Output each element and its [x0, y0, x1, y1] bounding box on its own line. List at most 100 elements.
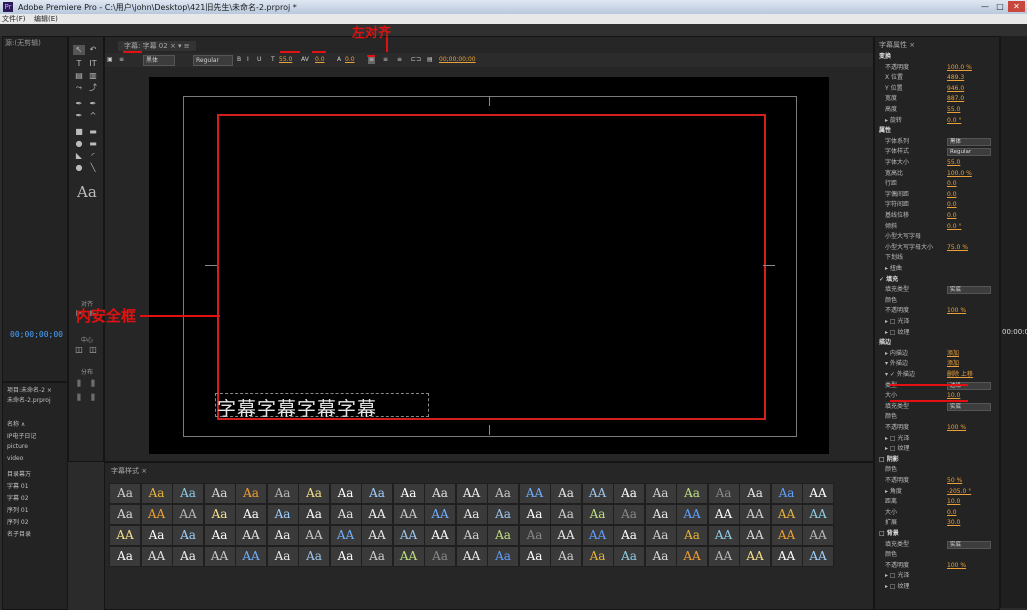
style-swatch[interactable]: AA — [802, 483, 834, 504]
title-tab[interactable]: 字幕: 字幕 02 × ▾ ≡ — [118, 41, 196, 51]
style-swatch[interactable]: Aa — [329, 483, 362, 504]
style-swatch[interactable]: Aa — [676, 483, 708, 504]
program-timecode[interactable]: 00:00:0 — [1002, 328, 1027, 336]
style-swatch[interactable]: AA — [424, 525, 456, 546]
style-swatch[interactable]: AA — [770, 504, 803, 525]
bold-icon[interactable]: B — [237, 55, 241, 64]
menu-file[interactable]: 文件(F) — [2, 14, 26, 24]
style-swatch[interactable]: AA — [770, 546, 803, 567]
property-label[interactable]: 属性 — [879, 127, 891, 135]
property-value[interactable]: 100.0 % — [947, 170, 972, 178]
title-canvas[interactable]: 字幕字幕字幕字幕 — [149, 77, 829, 454]
style-swatch[interactable]: Aa — [550, 504, 582, 525]
show-background-icon[interactable]: ▣ — [107, 55, 113, 64]
minimize-button[interactable]: — — [978, 1, 992, 12]
style-swatch[interactable]: Aa — [455, 525, 488, 546]
style-swatch[interactable]: AA — [550, 525, 582, 546]
property-label[interactable]: 变换 — [879, 53, 891, 61]
style-swatch[interactable]: AA — [739, 525, 771, 546]
property-value[interactable]: 0.0 — [947, 509, 957, 517]
wedge-icon[interactable]: ◣ — [73, 151, 85, 161]
distribute-top-icon[interactable]: ⫼ — [73, 393, 85, 403]
background-timecode[interactable]: 00;00;00;00 — [439, 55, 476, 64]
style-swatch[interactable]: Aa — [644, 483, 677, 504]
list-item[interactable]: 字幕 01 — [7, 481, 67, 490]
property-value[interactable]: 实底 — [947, 286, 991, 295]
style-swatch[interactable]: AA — [392, 504, 425, 525]
style-swatch[interactable]: AA — [802, 525, 834, 546]
style-swatch[interactable]: AA — [424, 504, 456, 525]
vertical-type-icon[interactable]: IT — [87, 59, 99, 69]
style-swatch[interactable]: AA — [361, 525, 393, 546]
property-value[interactable]: -205.0 ° — [947, 488, 971, 496]
style-swatch[interactable]: Aa — [140, 525, 173, 546]
style-swatch[interactable]: Aa — [707, 483, 740, 504]
style-swatch[interactable]: Aa — [203, 525, 236, 546]
style-swatch[interactable]: Aa — [518, 525, 551, 546]
style-swatch[interactable]: AA — [392, 525, 425, 546]
ellipse-icon[interactable]: ● — [73, 163, 85, 173]
property-value[interactable]: 实底 — [947, 402, 991, 411]
style-swatch[interactable]: AA — [140, 546, 173, 567]
style-swatch[interactable]: Aa — [266, 546, 299, 567]
property-value[interactable]: 0.0 — [947, 212, 957, 220]
style-swatch[interactable]: AA — [140, 504, 173, 525]
arc-icon[interactable]: ◜ — [87, 151, 99, 161]
style-swatch[interactable]: AA — [172, 504, 204, 525]
property-value[interactable]: 887.0 — [947, 95, 964, 103]
style-swatch[interactable]: Aa — [518, 546, 551, 567]
kerning-value[interactable]: 0.0 — [315, 55, 325, 64]
background-video-icon[interactable]: ▤ — [427, 55, 433, 64]
tab-stops-icon[interactable]: ⊏⊐ — [411, 55, 421, 64]
center-vertical-icon[interactable]: ◫ — [73, 345, 85, 355]
area-type-icon[interactable]: ▤ — [73, 71, 85, 81]
style-swatch[interactable]: Aa — [329, 546, 362, 567]
style-swatch[interactable]: Aa — [298, 546, 330, 567]
type-tool-icon[interactable]: T — [73, 59, 85, 69]
property-value[interactable]: 75.0 % — [947, 244, 968, 252]
style-swatch[interactable]: AA — [235, 546, 267, 567]
style-swatch[interactable]: Aa — [266, 525, 299, 546]
leading-value[interactable]: 0.0 — [345, 55, 355, 64]
path-type-icon[interactable]: ⤳ — [73, 83, 85, 93]
style-swatch[interactable]: Aa — [109, 546, 141, 567]
property-value[interactable]: 55.0 — [947, 106, 960, 114]
vertical-path-type-icon[interactable]: ⤴ — [87, 83, 99, 93]
style-swatch[interactable]: Aa — [550, 483, 582, 504]
style-swatch[interactable]: Aa — [424, 546, 456, 567]
font-size-value[interactable]: 55.0 — [279, 55, 292, 64]
style-swatch[interactable]: Aa — [361, 546, 393, 567]
font-family-select[interactable]: 黑体 — [143, 55, 175, 66]
font-style-select[interactable]: Regular — [193, 55, 233, 66]
pen-icon[interactable]: ✒ — [73, 99, 85, 109]
property-value[interactable]: 50 % — [947, 477, 962, 485]
style-swatch[interactable]: Aa — [518, 504, 551, 525]
style-swatch[interactable]: AA — [676, 504, 708, 525]
align-center-text-icon[interactable]: ≡ — [383, 55, 388, 64]
style-swatch[interactable]: Aa — [203, 504, 236, 525]
property-label[interactable]: □ 背景 — [879, 530, 899, 538]
property-value[interactable]: 删除 上移 — [947, 371, 973, 379]
property-label[interactable]: ✓ 填充 — [879, 276, 898, 284]
style-swatch[interactable]: AA — [802, 546, 834, 567]
property-value[interactable]: 黑体 — [947, 137, 991, 146]
property-value[interactable]: 10.0 — [947, 392, 960, 400]
distribute-left-icon[interactable]: ⫼ — [73, 379, 85, 389]
subtitle-text[interactable]: 字幕字幕字幕字幕 — [217, 394, 377, 421]
style-swatch[interactable]: AA — [802, 504, 834, 525]
project-column-header[interactable]: 名称 ∧ — [7, 419, 67, 428]
style-swatch[interactable]: AA — [203, 546, 236, 567]
styles-tab[interactable]: 字幕样式 × — [111, 466, 147, 476]
property-value[interactable]: 0.0 — [947, 180, 957, 188]
style-swatch[interactable]: Aa — [487, 525, 519, 546]
style-swatch[interactable]: AA — [707, 504, 740, 525]
list-item[interactable]: video — [7, 455, 67, 462]
style-swatch[interactable]: AA — [581, 525, 614, 546]
style-swatch[interactable]: Aa — [455, 504, 488, 525]
style-swatch[interactable]: Aa — [235, 504, 267, 525]
style-swatch[interactable]: Aa — [266, 504, 299, 525]
add-anchor-icon[interactable]: ✒ — [73, 111, 85, 121]
style-swatch[interactable]: Aa — [770, 483, 803, 504]
style-swatch[interactable]: Aa — [298, 504, 330, 525]
distribute-right-icon[interactable]: ⫼ — [87, 379, 99, 389]
